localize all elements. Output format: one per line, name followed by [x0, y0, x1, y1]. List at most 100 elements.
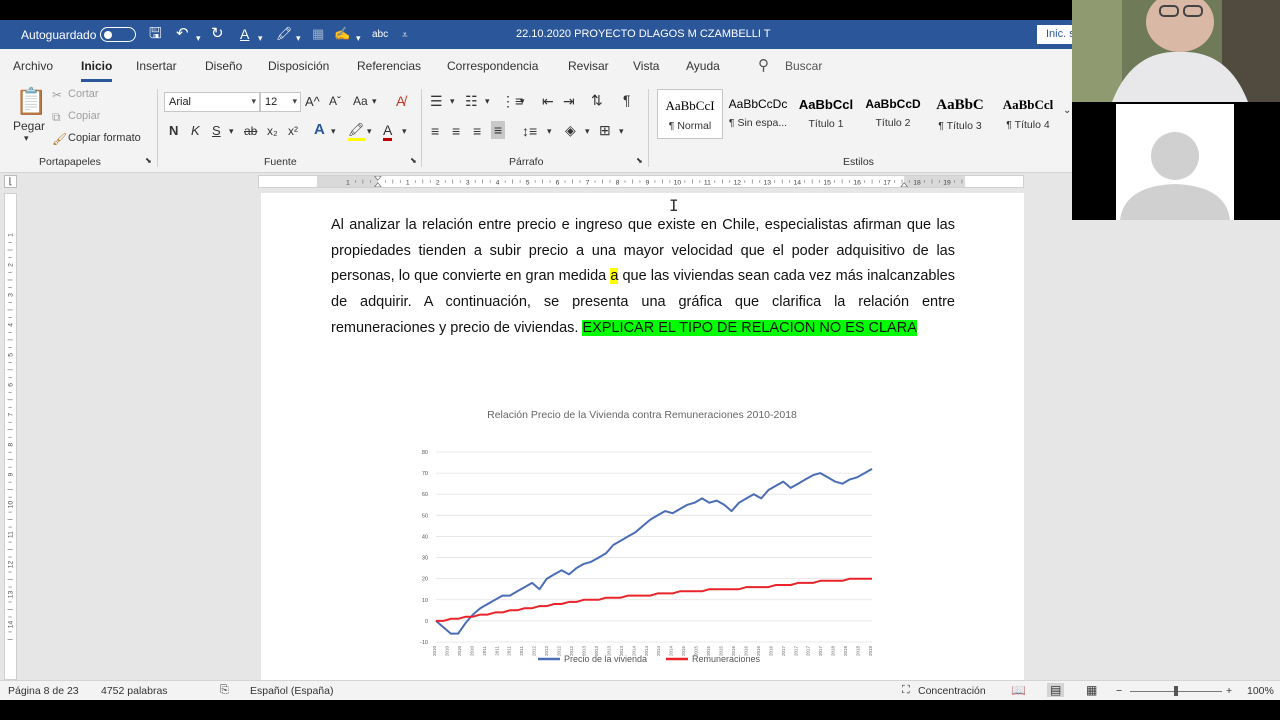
underline-button[interactable]: S	[212, 123, 221, 138]
save-icon[interactable]: 🖫	[149, 25, 162, 43]
search-input[interactable]: Buscar	[785, 59, 822, 73]
chevron-down-icon[interactable]: ▾	[547, 126, 552, 137]
line-spacing-icon[interactable]: ↕≡	[522, 123, 537, 139]
embedded-chart[interactable]: Relación Precio de la Vivienda contra Re…	[408, 396, 884, 676]
spelling-quick-dropdown-icon[interactable]: ▾	[356, 29, 361, 47]
style-heading-2[interactable]: AaBbCcD Título 2	[860, 89, 926, 139]
sort-icon[interactable]: ⇅	[591, 92, 603, 108]
decrease-indent-icon[interactable]: ⇤	[542, 93, 554, 109]
zoom-level[interactable]: 100%	[1247, 685, 1274, 697]
tab-diseno[interactable]: Diseño	[205, 59, 242, 73]
style-heading-1[interactable]: AaBbCcl Título 1	[793, 89, 859, 139]
borders-icon[interactable]: ⊞	[599, 122, 611, 138]
zoom-in-icon[interactable]: +	[1226, 685, 1232, 697]
shading-icon[interactable]: ◈	[565, 122, 576, 138]
style-no-spacing[interactable]: AaBbCcDc ¶ Sin espa...	[725, 89, 791, 139]
customize-quick-access-icon[interactable]: ⩡	[402, 27, 408, 45]
font-color-icon[interactable]: A	[383, 122, 393, 141]
zoom-out-icon[interactable]: −	[1116, 685, 1122, 697]
chevron-down-icon[interactable]: ▾	[585, 126, 590, 137]
language-label[interactable]: Español (España)	[250, 685, 333, 697]
chevron-down-icon[interactable]: ▾	[485, 96, 490, 107]
tab-disposicion[interactable]: Disposición	[268, 59, 329, 73]
copy-button[interactable]: Copiar	[68, 110, 100, 122]
chevron-down-icon[interactable]: ▾	[520, 96, 525, 107]
chevron-down-icon[interactable]: ▾	[331, 126, 336, 137]
justify-icon[interactable]: ≡	[491, 121, 506, 139]
font-family-select[interactable]: Arial ▾	[164, 92, 260, 112]
styles-scroll-icon[interactable]: ⌄	[1063, 105, 1071, 116]
tab-correspondencia[interactable]: Correspondencia	[447, 59, 538, 73]
table-quick-icon[interactable]: ▦	[312, 25, 324, 43]
signin-button[interactable]: Inic. s	[1037, 25, 1073, 44]
read-mode-icon[interactable]: 📖	[1011, 683, 1026, 697]
text-effects-icon[interactable]: A	[314, 122, 325, 138]
pilcrow-icon[interactable]: ¶	[623, 92, 631, 108]
body-paragraph[interactable]: Al analizar la relación entre precio e i…	[331, 213, 955, 342]
focus-icon[interactable]: ⛶	[902, 684, 910, 697]
highlight-quick-dropdown-icon[interactable]: ▾	[296, 29, 301, 47]
spelling-quick-icon[interactable]: ✍	[334, 25, 350, 43]
clear-formatting-icon[interactable]: A̸	[396, 93, 405, 109]
tab-referencias[interactable]: Referencias	[357, 59, 421, 73]
undo-dropdown-icon[interactable]: ▾	[196, 29, 201, 47]
participant-avatar-tile[interactable]	[1116, 104, 1234, 220]
shrink-font-button[interactable]: Aˇ	[329, 94, 341, 108]
chevron-down-icon[interactable]: ▾	[229, 126, 234, 137]
grow-font-button[interactable]: A^	[305, 94, 320, 109]
cut-button[interactable]: Cortar	[68, 88, 99, 100]
focus-mode-button[interactable]: Concentración	[918, 685, 986, 697]
font-size-select[interactable]: 12 ▾	[260, 92, 301, 112]
paragraph-launcher-icon[interactable]: ⬊	[636, 156, 643, 165]
abc-check-icon[interactable]: abc	[372, 26, 388, 44]
align-left-icon[interactable]: ≡	[431, 123, 439, 139]
italic-button[interactable]: K	[191, 123, 200, 138]
style-heading-3[interactable]: AaBbC ¶ Título 3	[927, 89, 993, 139]
tab-selector-icon[interactable]: ⌊	[4, 175, 17, 188]
tab-ayuda[interactable]: Ayuda	[686, 59, 720, 73]
clipboard-launcher-icon[interactable]: ⬊	[145, 156, 152, 165]
tab-archivo[interactable]: Archivo	[13, 59, 53, 73]
bold-button[interactable]: N	[169, 123, 178, 138]
increase-indent-icon[interactable]: ⇥	[563, 93, 575, 109]
font-launcher-icon[interactable]: ⬊	[410, 156, 417, 165]
page-count[interactable]: Página 8 de 23	[8, 685, 79, 697]
chevron-down-icon[interactable]: ▾	[619, 126, 624, 137]
align-center-icon[interactable]: ≡	[452, 123, 460, 139]
search-icon[interactable]: ⚲	[758, 56, 769, 74]
chevron-down-icon[interactable]: ▾	[372, 96, 377, 107]
tab-insertar[interactable]: Insertar	[136, 59, 177, 73]
chevron-down-icon[interactable]: ▾	[450, 96, 455, 107]
chevron-down-icon[interactable]: ▾	[367, 126, 372, 137]
web-layout-icon[interactable]: ▦	[1086, 683, 1097, 697]
highlight-icon[interactable]: 🖍	[348, 122, 365, 141]
autosave-toggle[interactable]	[100, 27, 136, 42]
word-count[interactable]: 4752 palabras	[101, 685, 168, 697]
vertical-ruler[interactable]: 1234567891011121314	[4, 193, 17, 680]
paste-button[interactable]: 📋 Pegar ▾	[10, 87, 47, 147]
zoom-slider-thumb[interactable]	[1174, 686, 1178, 696]
print-layout-icon[interactable]: ▤	[1047, 683, 1065, 697]
bullets-icon[interactable]: ☰	[430, 93, 443, 109]
undo-icon[interactable]: ↶	[176, 25, 189, 43]
change-case-button[interactable]: Aa	[353, 94, 368, 108]
tab-revisar[interactable]: Revisar	[568, 59, 609, 73]
font-color-quick-dropdown-icon[interactable]: ▾	[258, 29, 263, 47]
horizontal-ruler[interactable]: 1 1 2 3 4 5 6 7 8 9 10 11 12 13 14 15 16 17 18 19	[258, 175, 1024, 188]
format-painter-button[interactable]: Copiar formato	[68, 132, 141, 144]
redo-icon[interactable]: ↻	[211, 25, 224, 43]
proofing-icon[interactable]: ⎘	[220, 684, 229, 697]
tab-inicio[interactable]: Inicio	[81, 59, 113, 82]
tab-vista[interactable]: Vista	[633, 59, 659, 73]
superscript-button[interactable]: x²	[288, 124, 298, 138]
align-right-icon[interactable]: ≡	[473, 123, 481, 139]
style-heading-4[interactable]: AaBbCcl ¶ Título 4	[995, 89, 1061, 139]
highlight-quick-icon[interactable]: 🖍	[276, 25, 293, 43]
font-color-quick-icon[interactable]: A	[240, 25, 249, 43]
participant-video-tile[interactable]	[1072, 0, 1280, 102]
numbering-icon[interactable]: ☷	[465, 93, 478, 109]
chevron-down-icon[interactable]: ▾	[402, 126, 407, 137]
strikethrough-button[interactable]: ab	[244, 124, 257, 138]
style-normal[interactable]: AaBbCcI ¶ Normal	[657, 89, 723, 139]
subscript-button[interactable]: x₂	[267, 124, 278, 138]
